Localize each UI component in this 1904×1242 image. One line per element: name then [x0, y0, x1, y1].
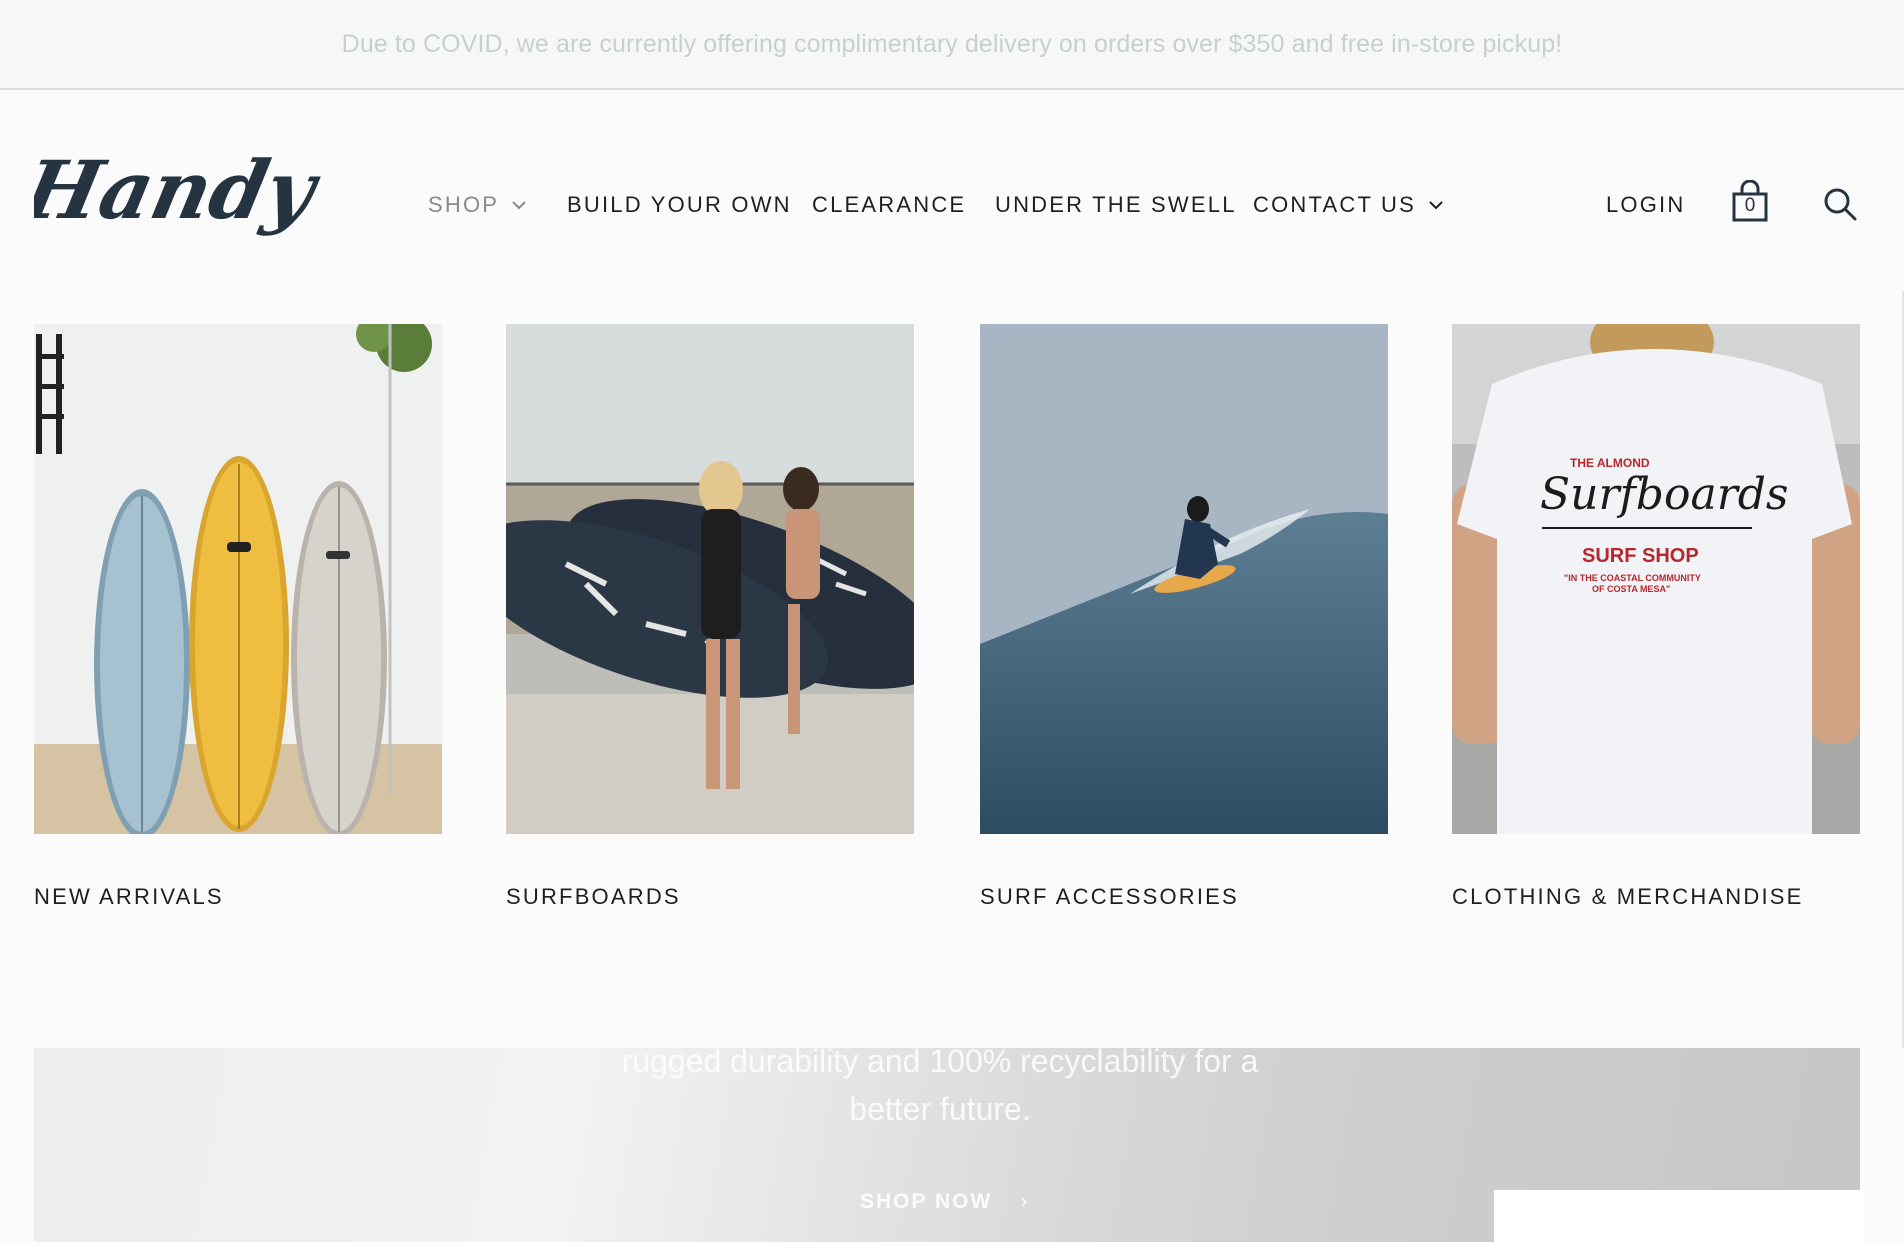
announcement-bar: Due to COVID, we are currently offering …	[0, 0, 1904, 90]
handy-logo[interactable]: Handy	[13, 144, 334, 250]
white-panel	[1494, 1190, 1864, 1242]
shirt-print-line3: SURF SHOP	[1582, 545, 1699, 567]
search-icon	[1824, 188, 1857, 221]
tile-new-arrivals[interactable]	[34, 324, 442, 834]
page-margin	[0, 1048, 34, 1242]
tile-surfboards[interactable]	[506, 324, 914, 834]
logo-text: Handy	[34, 150, 328, 238]
shirt-print-line2: Surfboards	[1540, 469, 1788, 520]
nav-under-the-swell-label: UNDER THE SWELL	[995, 192, 1237, 217]
shirt-print-line1: THE ALMOND	[1570, 456, 1650, 470]
chevron-right-icon: ›	[1020, 1190, 1030, 1213]
nav-clearance[interactable]: CLEARANCE	[812, 192, 966, 218]
surfboards-image	[506, 324, 914, 834]
new-arrivals-image	[34, 324, 442, 834]
announcement-text: Due to COVID, we are currently offering …	[341, 29, 1563, 58]
nav-contact-us-label: CONTACT US	[1253, 192, 1416, 217]
tile-label-new-arrivals[interactable]: NEW ARRIVALS	[34, 884, 224, 910]
surf-accessories-image	[980, 324, 1388, 834]
login-label: LOGIN	[1606, 192, 1686, 217]
cart-count: 0	[1744, 195, 1756, 216]
nav-shop-label: SHOP	[428, 192, 500, 217]
chevron-down-icon	[512, 201, 526, 210]
shop-now-label: SHOP NOW	[860, 1190, 993, 1213]
search-button[interactable]	[1822, 186, 1858, 222]
tile-label-clothing-merchandise[interactable]: CLOTHING & MERCHANDISE	[1452, 884, 1804, 910]
login-link[interactable]: LOGIN	[1606, 192, 1685, 218]
shirt-print-line4: "IN THE COASTAL COMMUNITY	[1564, 573, 1701, 583]
tile-clothing-merchandise[interactable]: THE ALMOND Surfboards SURF SHOP "IN THE …	[1452, 324, 1860, 834]
hero-text-line-2: better future.	[849, 1091, 1031, 1127]
nav-clearance-label: CLEARANCE	[812, 192, 967, 217]
tile-label-surf-accessories[interactable]: SURF ACCESSORIES	[980, 884, 1239, 910]
shirt-print-line5: OF COSTA MESA"	[1592, 584, 1670, 594]
nav-under-the-swell[interactable]: UNDER THE SWELL	[995, 192, 1237, 218]
tile-label-surfboards[interactable]: SURFBOARDS	[506, 884, 681, 910]
tile-surf-accessories[interactable]	[980, 324, 1388, 834]
chevron-down-icon	[1429, 201, 1443, 210]
clothing-merchandise-image: THE ALMOND Surfboards SURF SHOP "IN THE …	[1452, 324, 1860, 834]
nav-build-your-own-label: BUILD YOUR OWN	[567, 192, 792, 217]
shop-now-link[interactable]: SHOP NOW ›	[860, 1190, 1029, 1214]
nav-shop[interactable]: SHOP	[428, 192, 527, 218]
nav-contact-us[interactable]: CONTACT US	[1253, 192, 1444, 218]
nav-build-your-own[interactable]: BUILD YOUR OWN	[567, 192, 792, 218]
cart-button[interactable]: 0	[1730, 179, 1770, 224]
logo-icon: Handy	[13, 144, 328, 238]
